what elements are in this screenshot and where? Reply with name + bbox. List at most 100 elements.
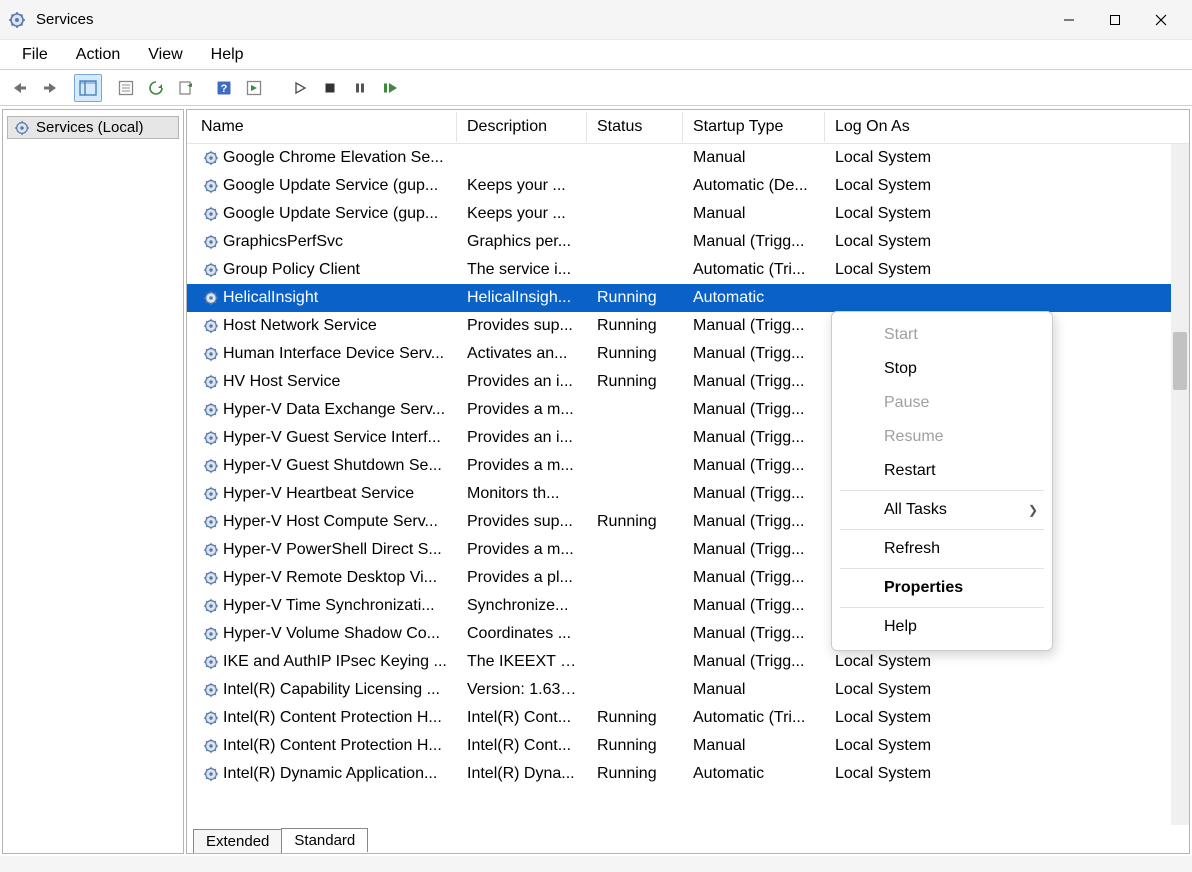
service-name: Intel(R) Capability Licensing ... bbox=[223, 681, 440, 699]
service-row[interactable]: Intel(R) Capability Licensing ...Version… bbox=[187, 676, 1189, 704]
service-startup: Manual (Trigg... bbox=[683, 315, 825, 337]
forward-button[interactable] bbox=[36, 74, 64, 102]
service-row[interactable]: HelicalInsightHelicalInsigh...RunningAut… bbox=[187, 284, 1189, 312]
service-gear-icon bbox=[203, 458, 219, 474]
refresh-button[interactable] bbox=[142, 74, 170, 102]
service-description: The IKEEXT s... bbox=[457, 651, 587, 673]
service-status bbox=[587, 548, 683, 552]
service-status bbox=[587, 436, 683, 440]
service-gear-icon bbox=[203, 710, 219, 726]
service-description: Keeps your ... bbox=[457, 203, 587, 225]
service-logon: Local System bbox=[825, 231, 1189, 253]
service-gear-icon bbox=[203, 178, 219, 194]
service-description: Monitors th... bbox=[457, 483, 587, 505]
service-description: Coordinates ... bbox=[457, 623, 587, 645]
service-name: HelicalInsight bbox=[223, 289, 318, 307]
service-row[interactable]: Google Chrome Elevation Se... ManualLocal… bbox=[187, 144, 1189, 172]
header-startup[interactable]: Startup Type bbox=[683, 112, 825, 142]
header-description[interactable]: Description bbox=[457, 112, 587, 142]
service-name: Hyper-V PowerShell Direct S... bbox=[223, 541, 442, 559]
ctx-all-tasks-label: All Tasks bbox=[884, 501, 947, 518]
service-description: Synchronize... bbox=[457, 595, 587, 617]
vertical-scrollbar[interactable] bbox=[1171, 144, 1189, 825]
menu-help[interactable]: Help bbox=[197, 42, 258, 68]
service-startup: Manual (Trigg... bbox=[683, 371, 825, 393]
restart-service-button[interactable] bbox=[376, 74, 404, 102]
ctx-properties[interactable]: Properties bbox=[832, 571, 1052, 605]
service-logon: Local System bbox=[825, 259, 1189, 281]
service-status bbox=[587, 268, 683, 272]
titlebar: Services bbox=[0, 0, 1192, 40]
ctx-help[interactable]: Help bbox=[832, 610, 1052, 644]
service-logon: Local System bbox=[825, 707, 1189, 729]
service-gear-icon bbox=[203, 514, 219, 530]
stop-service-button[interactable] bbox=[316, 74, 344, 102]
menu-view[interactable]: View bbox=[134, 42, 196, 68]
start-service-button[interactable] bbox=[286, 74, 314, 102]
service-status bbox=[587, 184, 683, 188]
service-description: HelicalInsigh... bbox=[457, 287, 587, 309]
service-name: Intel(R) Content Protection H... bbox=[223, 737, 442, 755]
tree-node-services-local[interactable]: Services (Local) bbox=[7, 116, 179, 139]
menubar: File Action View Help bbox=[0, 40, 1192, 70]
service-gear-icon bbox=[203, 150, 219, 166]
service-row[interactable]: Intel(R) Content Protection H...Intel(R)… bbox=[187, 732, 1189, 760]
service-name: Intel(R) Content Protection H... bbox=[223, 709, 442, 727]
service-startup: Manual (Trigg... bbox=[683, 343, 825, 365]
service-logon: Local System bbox=[825, 147, 1189, 169]
service-row[interactable]: GraphicsPerfSvcGraphics per...Manual (Tr… bbox=[187, 228, 1189, 256]
service-logon: Local System bbox=[825, 175, 1189, 197]
service-gear-icon bbox=[203, 598, 219, 614]
service-startup: Manual bbox=[683, 679, 825, 701]
show-hide-tree-button[interactable] bbox=[74, 74, 102, 102]
header-status[interactable]: Status bbox=[587, 112, 683, 142]
service-name: Google Chrome Elevation Se... bbox=[223, 149, 444, 167]
ctx-refresh[interactable]: Refresh bbox=[832, 532, 1052, 566]
service-status: Running bbox=[587, 763, 683, 785]
header-name[interactable]: Name bbox=[187, 112, 457, 142]
tab-standard[interactable]: Standard bbox=[281, 828, 368, 852]
service-description: Intel(R) Dyna... bbox=[457, 763, 587, 785]
properties-button[interactable] bbox=[112, 74, 140, 102]
service-row[interactable]: IKE and AuthIP IPsec Keying ...The IKEEX… bbox=[187, 648, 1189, 676]
service-status bbox=[587, 632, 683, 636]
menu-action[interactable]: Action bbox=[62, 42, 134, 68]
service-status bbox=[587, 408, 683, 412]
service-row[interactable]: Google Update Service (gup...Keeps your … bbox=[187, 200, 1189, 228]
tab-extended[interactable]: Extended bbox=[193, 829, 282, 853]
export-list-button[interactable] bbox=[172, 74, 200, 102]
view-tabs: Extended Standard bbox=[187, 825, 1189, 853]
service-row[interactable]: Intel(R) Dynamic Application... Intel(R) … bbox=[187, 760, 1189, 788]
service-row[interactable]: Intel(R) Content Protection H... Intel(R)… bbox=[187, 704, 1189, 732]
back-button[interactable] bbox=[6, 74, 34, 102]
minimize-button[interactable] bbox=[1046, 5, 1092, 35]
ctx-all-tasks[interactable]: All Tasks❯ bbox=[832, 493, 1052, 527]
header-logon[interactable]: Log On As bbox=[825, 112, 1189, 142]
ctx-stop[interactable]: Stop bbox=[832, 352, 1052, 386]
service-gear-icon bbox=[203, 346, 219, 362]
service-description: Intel(R) Cont... bbox=[457, 707, 587, 729]
service-startup: Automatic bbox=[683, 287, 825, 309]
pause-service-button[interactable] bbox=[346, 74, 374, 102]
service-startup: Manual bbox=[683, 147, 825, 169]
service-gear-icon bbox=[203, 766, 219, 782]
column-headers: Name Description Status Startup Type Log… bbox=[187, 110, 1189, 144]
show-hide-action-button[interactable] bbox=[240, 74, 268, 102]
service-name: Intel(R) Dynamic Application... bbox=[223, 765, 437, 783]
menu-file[interactable]: File bbox=[8, 42, 62, 68]
help-button[interactable]: ? bbox=[210, 74, 238, 102]
service-gear-icon bbox=[203, 374, 219, 390]
service-description: Provides a pl... bbox=[457, 567, 587, 589]
ctx-restart[interactable]: Restart bbox=[832, 454, 1052, 488]
service-description: Provides a m... bbox=[457, 455, 587, 477]
scroll-thumb[interactable] bbox=[1173, 332, 1187, 390]
service-startup: Manual (Trigg... bbox=[683, 567, 825, 589]
service-row[interactable]: Google Update Service (gup...Keeps your … bbox=[187, 172, 1189, 200]
service-gear-icon bbox=[203, 654, 219, 670]
close-button[interactable] bbox=[1138, 5, 1184, 35]
service-gear-icon bbox=[203, 402, 219, 418]
service-description: Provides sup... bbox=[457, 511, 587, 533]
maximize-button[interactable] bbox=[1092, 5, 1138, 35]
service-row[interactable]: Group Policy ClientThe service i...Autom… bbox=[187, 256, 1189, 284]
service-gear-icon bbox=[203, 486, 219, 502]
